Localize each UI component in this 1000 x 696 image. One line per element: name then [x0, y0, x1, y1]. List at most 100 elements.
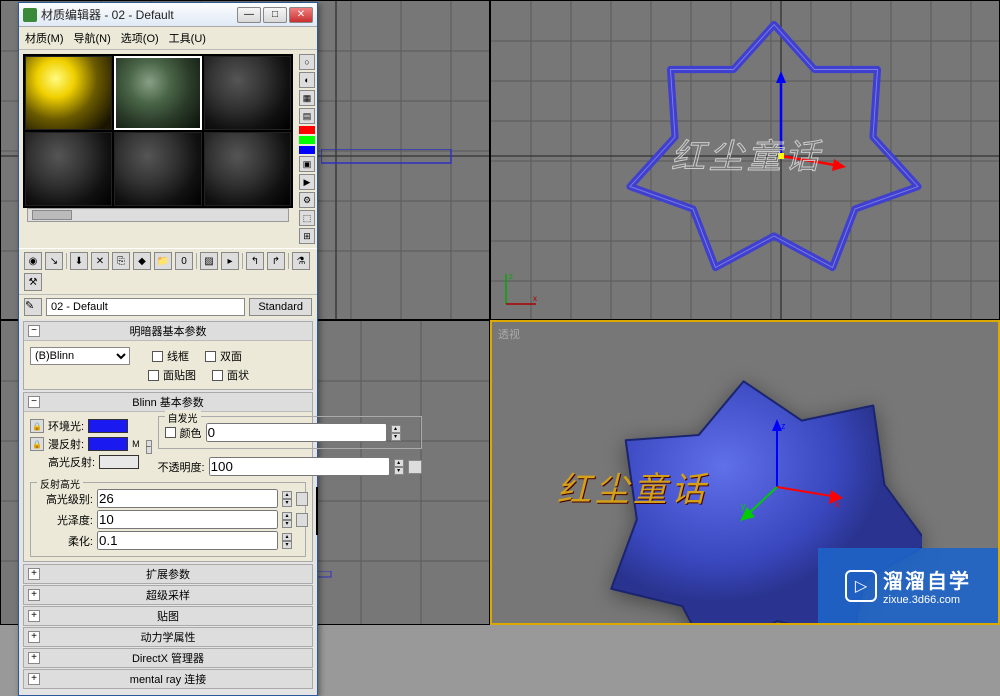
viewport-perspective[interactable]: 透视 zxy 红尘童话 ▷ 溜溜自学zixue.3d66.com	[490, 320, 1000, 625]
maximize-button[interactable]: □	[263, 7, 287, 23]
spec-level-input[interactable]	[97, 489, 278, 508]
window-title: 材质编辑器 - 02 - Default	[41, 6, 233, 23]
backlight-icon[interactable]: ◐	[299, 72, 315, 88]
video-check-icon[interactable]: ▣	[299, 156, 315, 172]
sample-uv-icon[interactable]: ▤	[299, 108, 315, 124]
two-sided-checkbox[interactable]	[205, 351, 216, 362]
menubar: 材质(M) 导航(N) 选项(O) 工具(U)	[19, 27, 317, 50]
self-illum-input[interactable]	[206, 423, 387, 442]
rollout-dynamics[interactable]: +动力学属性	[23, 627, 313, 647]
viewport-top-right[interactable]: 红尘童话 zx	[490, 0, 1000, 320]
pick-material-icon[interactable]: ✎	[24, 298, 42, 316]
close-button[interactable]: ✕	[289, 7, 313, 23]
minimize-button[interactable]: —	[237, 7, 261, 23]
material-slot-4[interactable]	[25, 132, 112, 206]
gloss-input[interactable]	[97, 510, 278, 529]
spinner[interactable]: ▴▾	[391, 425, 401, 441]
specular-swatch[interactable]	[99, 455, 139, 469]
wire-checkbox[interactable]	[152, 351, 163, 362]
viewport-label: 透视	[498, 326, 520, 342]
swatch-red[interactable]	[299, 126, 315, 134]
preview-icon[interactable]: ▶	[299, 174, 315, 190]
soften-input[interactable]	[97, 531, 278, 550]
menu-navigate[interactable]: 导航(N)	[74, 30, 111, 46]
material-slot-5[interactable]	[114, 132, 201, 206]
go-parent-icon[interactable]: ↰	[246, 252, 264, 270]
sample-type-icon[interactable]: ○	[299, 54, 315, 70]
opacity-input[interactable]	[209, 457, 390, 476]
menu-options[interactable]: 选项(O)	[121, 30, 159, 46]
make-copy-icon[interactable]: ⎘	[112, 252, 130, 270]
slots-scrollbar[interactable]	[27, 208, 289, 222]
titlebar[interactable]: 材质编辑器 - 02 - Default — □ ✕	[19, 3, 317, 27]
spinner[interactable]: ▴▾	[282, 491, 292, 507]
brand-name: 溜溜自学	[883, 565, 971, 594]
app-icon	[23, 8, 37, 22]
lock-ad-icon[interactable]: ⎯	[146, 440, 152, 454]
svg-text:x: x	[533, 294, 537, 303]
ambient-swatch[interactable]	[88, 419, 128, 433]
material-slot-2[interactable]	[114, 56, 201, 130]
show-map-icon[interactable]: ▨	[200, 252, 218, 270]
swatch-blue[interactable]	[299, 146, 315, 154]
background-icon[interactable]: ▦	[299, 90, 315, 106]
put-to-scene-icon[interactable]: ↘	[45, 252, 63, 270]
spinner[interactable]: ▴▾	[282, 512, 292, 528]
material-name-row: ✎ Standard	[19, 295, 317, 319]
menu-material[interactable]: 材质(M)	[25, 30, 64, 46]
rollout-maps[interactable]: +贴图	[23, 606, 313, 626]
side-toolbar: ○ ◐ ▦ ▤ ▣ ▶ ⚙ ⬚ ⊞	[297, 50, 317, 248]
material-slot-1[interactable]	[25, 56, 112, 130]
rollout-supersample[interactable]: +超级采样	[23, 585, 313, 605]
shader-select[interactable]: (B)Blinn	[30, 347, 130, 365]
reset-icon[interactable]: ✕	[91, 252, 109, 270]
options-icon[interactable]: ⚙	[299, 192, 315, 208]
gloss-map-button[interactable]	[296, 513, 308, 527]
spinner[interactable]: ▴▾	[282, 533, 292, 549]
tool-b-icon[interactable]: ⚒	[24, 273, 42, 291]
play-icon: ▷	[845, 570, 877, 602]
transform-gizmo-persp[interactable]: z x y	[737, 417, 847, 527]
make-unique-icon[interactable]: ◆	[133, 252, 151, 270]
go-sibling-icon[interactable]: ↱	[267, 252, 285, 270]
rollout-header[interactable]: −明暗器基本参数	[24, 322, 312, 341]
rollout-mentalray[interactable]: +mental ray 连接	[23, 669, 313, 689]
material-editor-window: 材质编辑器 - 02 - Default — □ ✕ 材质(M) 导航(N) 选…	[18, 2, 318, 696]
opacity-map-button[interactable]	[408, 460, 422, 474]
put-library-icon[interactable]: 📁	[154, 252, 172, 270]
select-by-mat-icon[interactable]: ⬚	[299, 210, 315, 226]
material-slot-6[interactable]	[204, 132, 291, 206]
lock-ambient-icon[interactable]: 🔒	[30, 419, 44, 433]
brand-url: zixue.3d66.com	[883, 594, 971, 606]
tool-a-icon[interactable]: ⚗	[292, 252, 310, 270]
facemap-checkbox[interactable]	[148, 370, 159, 381]
self-illum-checkbox[interactable]	[165, 427, 176, 438]
rollout-extended[interactable]: +扩展参数	[23, 564, 313, 584]
transform-gizmo[interactable]	[756, 71, 846, 181]
spec-map-button[interactable]	[296, 492, 308, 506]
material-slot-3[interactable]	[204, 56, 291, 130]
lock-diffuse-icon[interactable]: 🔒	[30, 437, 44, 451]
material-slots	[23, 54, 293, 208]
menu-tools[interactable]: 工具(U)	[169, 30, 206, 46]
svg-text:y: y	[741, 501, 746, 511]
mat-id-icon[interactable]: 0	[175, 252, 193, 270]
corner-axes-icon: zx	[501, 269, 541, 309]
main-toolbar: ◉ ↘ ⬇ ✕ ⎘ ◆ 📁 0 ▨ ▸ ↰ ↱ ⚗ ⚒	[19, 248, 317, 295]
diffuse-swatch[interactable]	[88, 437, 128, 451]
material-name-input[interactable]	[46, 298, 245, 316]
slots-layout-icon[interactable]: ⊞	[299, 228, 315, 244]
show-end-icon[interactable]: ▸	[221, 252, 239, 270]
object-wire-top	[321, 149, 471, 169]
assign-icon[interactable]: ⬇	[70, 252, 88, 270]
spinner[interactable]: ▴▾	[394, 459, 404, 475]
svg-text:x: x	[835, 499, 840, 509]
material-type-button[interactable]: Standard	[249, 298, 312, 316]
faceted-checkbox[interactable]	[212, 370, 223, 381]
collapsed-rollouts: +扩展参数 +超级采样 +贴图 +动力学属性 +DirectX 管理器 +men…	[23, 564, 313, 689]
get-material-icon[interactable]: ◉	[24, 252, 42, 270]
rollout-directx[interactable]: +DirectX 管理器	[23, 648, 313, 668]
blinn-params-rollout: −Blinn 基本参数 🔒环境光: 🔒漫反射:M 高光反射: ⎯ 自发光 颜色▴…	[23, 392, 313, 562]
swatch-green[interactable]	[299, 136, 315, 144]
svg-text:z: z	[781, 421, 786, 431]
